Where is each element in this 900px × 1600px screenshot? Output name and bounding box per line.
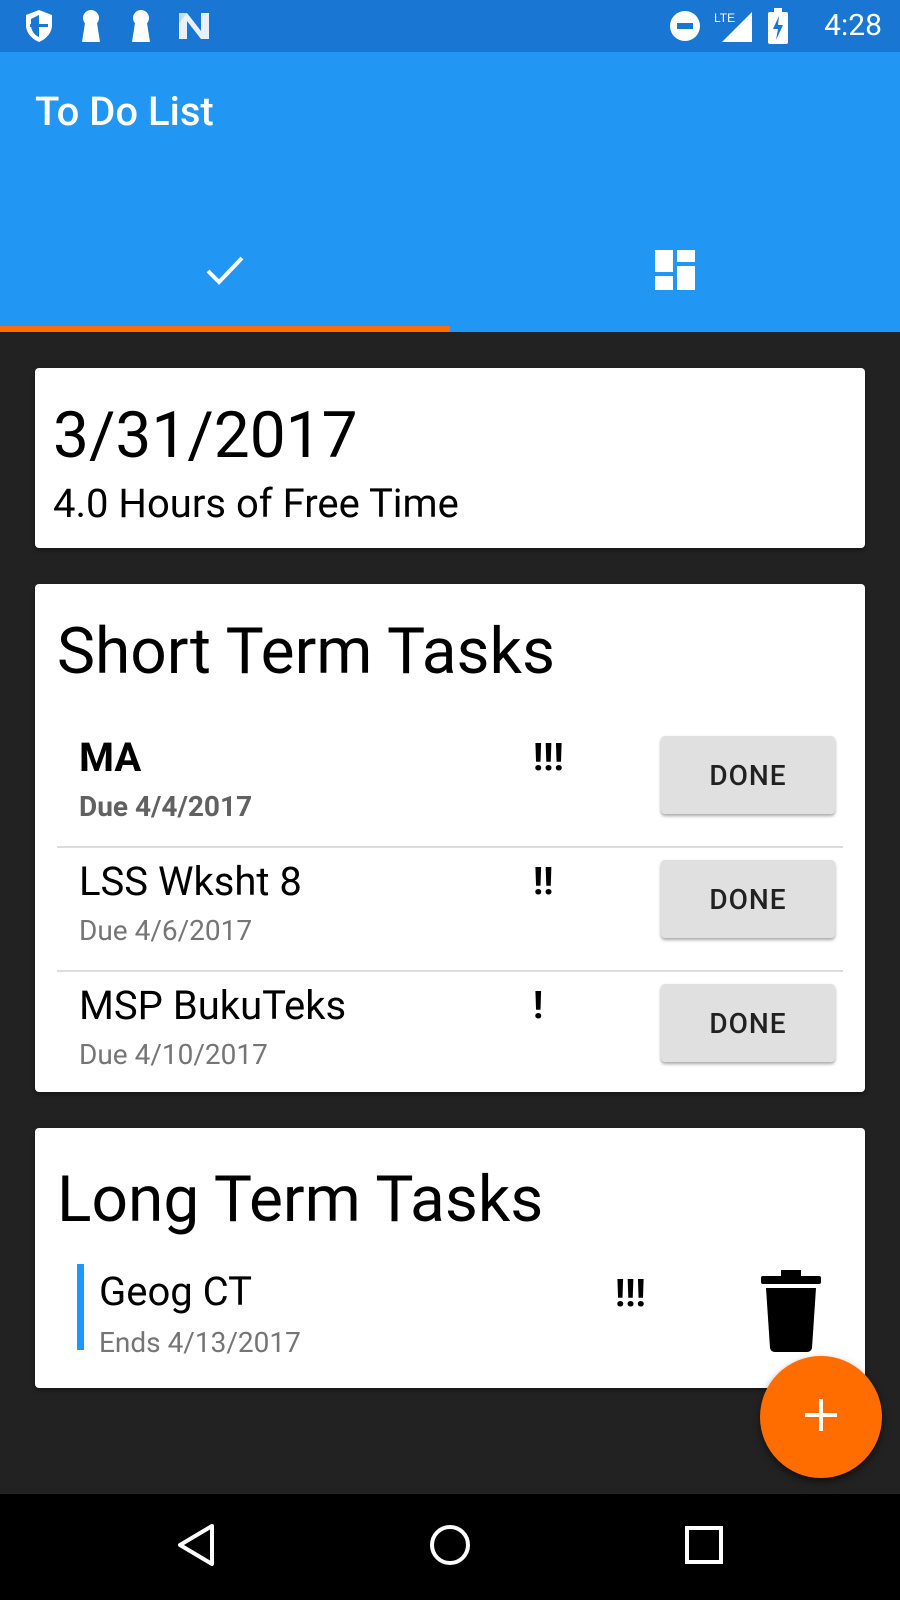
check-icon	[205, 254, 245, 290]
task-due-date: Due 4/10/2017	[79, 1038, 268, 1071]
n-icon	[176, 0, 212, 52]
home-button[interactable]	[390, 1494, 510, 1600]
short-term-card: Short Term Tasks MA Due 4/4/2017 !!! DON…	[35, 584, 865, 1092]
dashboard-icon	[655, 250, 695, 294]
section-title: Short Term Tasks	[57, 614, 555, 689]
task-name: Geog CT	[99, 1268, 252, 1315]
trash-icon[interactable]	[761, 1270, 821, 1352]
plus-icon	[803, 1397, 839, 1437]
keyhole-icon	[78, 0, 104, 52]
long-term-card: Long Term Tasks Geog CT Ends 4/13/2017 !…	[35, 1128, 865, 1388]
color-bar	[77, 1264, 84, 1350]
list-item[interactable]: Geog CT Ends 4/13/2017 !!!	[57, 1264, 843, 1359]
task-row: MSP BukuTeks Due 4/10/2017 ! DONE	[57, 972, 843, 1094]
task-name: MSP BukuTeks	[79, 982, 347, 1029]
recents-button[interactable]	[644, 1494, 764, 1600]
done-button[interactable]: DONE	[661, 984, 835, 1062]
home-icon	[428, 1523, 472, 1571]
status-bar: LTE 4:28	[0, 0, 900, 52]
task-priority: !!!	[615, 1272, 646, 1316]
task-due-date: Due 4/4/2017	[79, 790, 253, 823]
app-title: To Do List	[35, 88, 214, 135]
shield-icon	[22, 0, 56, 52]
network-type: LTE	[714, 11, 735, 25]
task-end-date: Ends 4/13/2017	[99, 1326, 301, 1359]
task-name: MA	[79, 734, 142, 781]
task-priority: !	[533, 984, 544, 1028]
current-date: 3/31/2017	[53, 398, 358, 473]
task-row: LSS Wksht 8 Due 4/6/2017 !! DONE	[57, 848, 843, 972]
tab-dashboard[interactable]	[450, 212, 900, 332]
done-button[interactable]: DONE	[661, 860, 835, 938]
battery-charging-icon	[766, 0, 790, 52]
task-name: LSS Wksht 8	[79, 858, 302, 905]
clock: 4:28	[824, 8, 882, 43]
app-bar: To Do List	[0, 52, 900, 332]
section-title: Long Term Tasks	[57, 1162, 544, 1237]
task-row: MA Due 4/4/2017 !!! DONE	[57, 724, 843, 848]
recents-icon	[684, 1525, 724, 1569]
back-button[interactable]	[136, 1494, 256, 1600]
free-time: 4.0 Hours of Free Time	[53, 480, 459, 527]
task-priority: !!!	[533, 736, 564, 780]
do-not-disturb-icon	[668, 0, 702, 52]
tab-tasks[interactable]	[0, 212, 450, 332]
back-icon	[176, 1523, 216, 1571]
signal-icon: LTE	[714, 0, 754, 52]
task-due-date: Due 4/6/2017	[79, 914, 253, 947]
task-priority: !!	[533, 860, 554, 904]
navigation-bar	[0, 1494, 900, 1600]
tab-indicator	[0, 326, 450, 332]
add-task-button[interactable]	[760, 1356, 882, 1478]
done-button[interactable]: DONE	[661, 736, 835, 814]
keyhole-icon	[128, 0, 154, 52]
summary-card: 3/31/2017 4.0 Hours of Free Time	[35, 368, 865, 548]
